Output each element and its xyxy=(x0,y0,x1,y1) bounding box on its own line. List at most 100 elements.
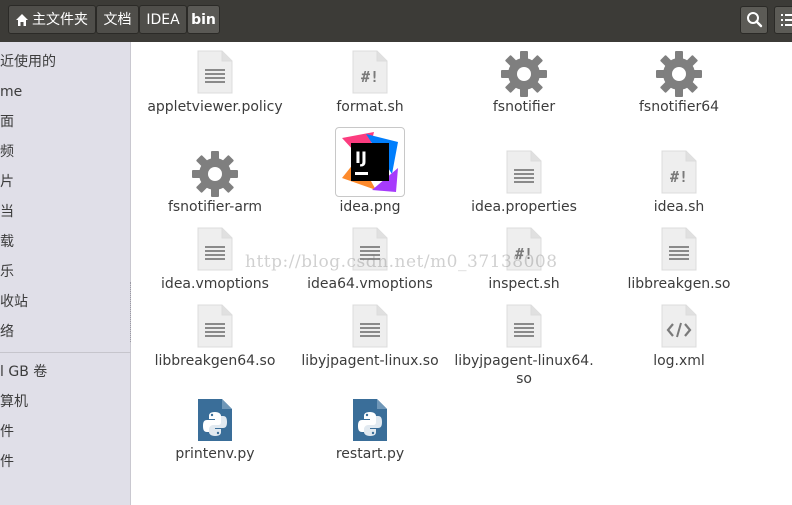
sidebar-item-label: 算机 xyxy=(0,394,28,410)
intellij-logo-icon: IJ xyxy=(335,127,405,197)
file-name: log.xml xyxy=(653,353,705,369)
file-item[interactable]: libyjpagent-linux64. so xyxy=(449,304,599,388)
sidebar-item-file-b[interactable]: 件 xyxy=(0,451,14,473)
python-file-icon xyxy=(197,398,233,442)
sidebar-item-network[interactable]: 络 xyxy=(0,321,14,343)
file-name: libbreakgen.so xyxy=(627,276,731,292)
file-item[interactable]: idea.properties xyxy=(449,150,599,216)
file-item[interactable]: #! idea.sh xyxy=(604,150,754,216)
text-file-icon xyxy=(352,227,388,271)
xml-file-icon xyxy=(661,304,697,348)
file-item[interactable]: libbreakgen64.so xyxy=(140,304,290,370)
text-file-icon xyxy=(197,50,233,94)
breadcrumb-idea[interactable]: IDEA xyxy=(139,5,187,34)
file-item[interactable]: libbreakgen.so xyxy=(604,227,754,293)
sidebar-item-computer[interactable]: 算机 xyxy=(0,391,28,413)
file-item[interactable]: printenv.py xyxy=(140,398,290,463)
file-name: idea.png xyxy=(339,199,401,215)
sidebar-item-volume[interactable]: l GB 卷 xyxy=(0,361,47,383)
python-file-icon xyxy=(352,398,388,442)
sidebar-item-recent[interactable]: 近使用的 xyxy=(0,51,56,73)
sidebar-item-label: 件 xyxy=(0,424,14,440)
sidebar-item-pictures[interactable]: 片 xyxy=(0,171,14,193)
sidebar-item-label: 近使用的 xyxy=(0,54,56,70)
file-item[interactable]: restart.py xyxy=(295,398,445,463)
file-item[interactable]: IJ idea.png xyxy=(295,127,445,216)
sidebar-item-label: l GB 卷 xyxy=(0,364,48,380)
sidebar-item-trash[interactable]: 收站 xyxy=(0,291,28,313)
file-item[interactable]: fsnotifier-arm xyxy=(140,150,290,216)
svg-text:IJ: IJ xyxy=(355,148,367,167)
breadcrumb-label: 文档 xyxy=(103,12,132,28)
file-item[interactable]: #! inspect.sh xyxy=(449,227,599,293)
sidebar-item-label: 载 xyxy=(0,234,14,250)
script-file-icon: #! xyxy=(661,150,697,194)
breadcrumb-label: 主文件夹 xyxy=(32,12,88,28)
sidebar: 近使用的 me 面 频 片 当 载 乐 收站 络 l GB 卷 算机 件 件 xyxy=(0,42,131,505)
file-name: printenv.py xyxy=(175,446,255,462)
file-name: libyjpagent-linux.so xyxy=(301,353,439,369)
text-file-icon xyxy=(506,304,542,348)
sidebar-item-label: 频 xyxy=(0,144,14,160)
text-file-icon xyxy=(661,227,697,271)
sidebar-item-desktop[interactable]: 面 xyxy=(0,111,14,133)
file-item[interactable]: fsnotifier xyxy=(449,50,599,116)
sidebar-item-label: 面 xyxy=(0,114,14,130)
sidebar-item-label: 片 xyxy=(0,174,14,190)
svg-text:#!: #! xyxy=(361,68,379,86)
file-item[interactable]: #! format.sh xyxy=(295,50,445,116)
executable-gear-icon xyxy=(191,150,239,198)
text-file-icon xyxy=(197,227,233,271)
file-name: inspect.sh xyxy=(488,276,560,292)
script-file-icon: #! xyxy=(506,227,542,271)
sidebar-item-label: 络 xyxy=(0,324,14,340)
breadcrumb-label: IDEA xyxy=(146,12,180,28)
search-button[interactable] xyxy=(740,6,768,34)
file-name: appletviewer.policy xyxy=(147,99,283,115)
file-name: restart.py xyxy=(335,446,405,462)
file-name: fsnotifier-arm xyxy=(167,199,263,215)
breadcrumb-home[interactable]: 主文件夹 xyxy=(8,5,96,34)
svg-text:#!: #! xyxy=(515,245,533,263)
sidebar-item-downloads[interactable]: 载 xyxy=(0,231,14,253)
view-list-button[interactable] xyxy=(774,6,792,34)
file-name: libyjpagent-linux64. xyxy=(454,353,594,369)
sidebar-item-music[interactable]: 乐 xyxy=(0,261,14,283)
text-file-icon xyxy=(352,304,388,348)
file-item[interactable]: fsnotifier64 xyxy=(604,50,754,116)
file-name-continued: so xyxy=(516,371,532,387)
file-name: idea.sh xyxy=(653,199,705,215)
top-bar: 主文件夹 文档 IDEA bin xyxy=(0,0,792,42)
text-file-icon xyxy=(197,304,233,348)
sidebar-item-home[interactable]: me xyxy=(0,81,22,103)
file-name: fsnotifier64 xyxy=(638,99,720,115)
svg-text:#!: #! xyxy=(670,168,688,186)
file-item[interactable]: idea.vmoptions xyxy=(140,227,290,293)
sidebar-item-label: me xyxy=(0,84,23,100)
sidebar-item-label: 收站 xyxy=(0,294,28,310)
file-name: format.sh xyxy=(336,99,404,115)
text-file-icon xyxy=(506,150,542,194)
home-icon xyxy=(16,14,28,26)
file-item[interactable]: idea64.vmoptions xyxy=(295,227,445,293)
file-item[interactable]: libyjpagent-linux.so xyxy=(295,304,445,370)
sidebar-item-file-a[interactable]: 件 xyxy=(0,421,14,443)
file-item[interactable]: appletviewer.policy xyxy=(140,50,290,116)
executable-gear-icon xyxy=(500,50,548,98)
sidebar-scroll-handle[interactable] xyxy=(130,282,132,342)
search-icon xyxy=(747,12,763,28)
breadcrumb-documents[interactable]: 文档 xyxy=(96,5,139,34)
file-name: libbreakgen64.so xyxy=(154,353,276,369)
file-name: fsnotifier xyxy=(492,99,556,115)
file-name: idea64.vmoptions xyxy=(307,276,433,292)
file-name: idea.properties xyxy=(471,199,577,215)
sidebar-item-videos[interactable]: 频 xyxy=(0,141,14,163)
script-file-icon: #! xyxy=(352,50,388,94)
sidebar-divider xyxy=(0,352,131,353)
file-name: idea.vmoptions xyxy=(161,276,269,292)
breadcrumb-bin[interactable]: bin xyxy=(187,5,220,34)
sidebar-item-documents[interactable]: 当 xyxy=(0,201,14,223)
executable-gear-icon xyxy=(655,50,703,98)
file-item[interactable]: log.xml xyxy=(604,304,754,370)
list-view-icon xyxy=(781,14,792,26)
